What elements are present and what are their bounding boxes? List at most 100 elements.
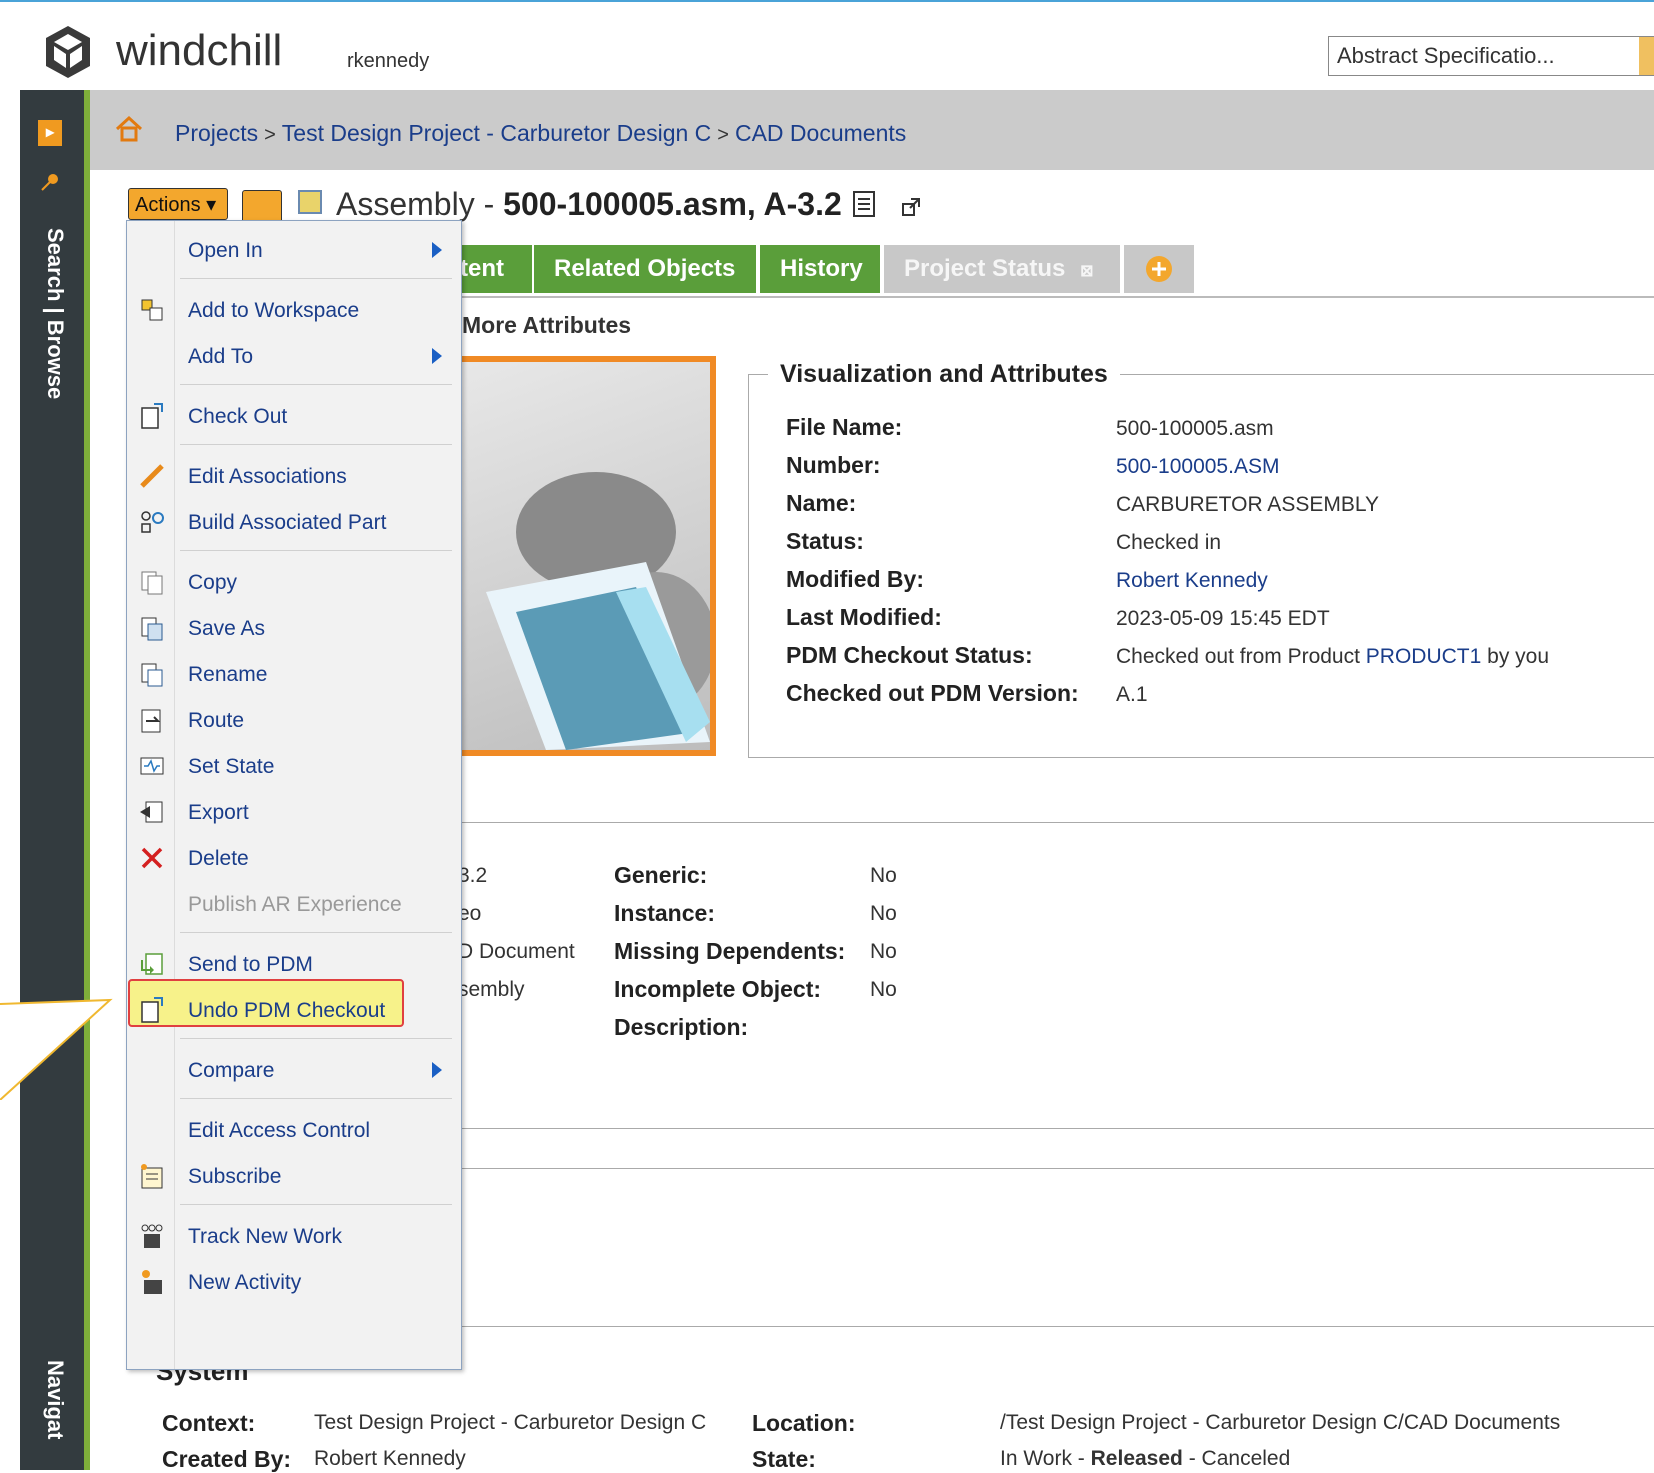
add-tab-button[interactable] [1124,245,1194,293]
attr-left-value: sembly [458,978,525,1001]
state-label: State: [752,1446,816,1472]
breadcrumb: Projects > Test Design Project - Carbureto… [175,120,906,147]
track-work-icon [141,1224,163,1248]
attr-left-value: D Document [458,940,575,963]
menu-separator [180,384,452,385]
menu-route[interactable]: Route [126,698,460,742]
pencil-icon [140,464,164,488]
attr-status: Status: Checked in [786,528,1222,554]
visualization-attributes-title: Visualization and Attributes [768,360,1120,389]
menu-build-associated-part[interactable]: Build Associated Part [126,500,460,544]
number-link[interactable]: 500-100005.ASM [1116,455,1279,478]
callout-pointer [0,998,113,1100]
check-out-icon [141,403,163,429]
menu-set-state[interactable]: Set State [126,744,460,788]
breadcrumb-project[interactable]: Test Design Project - Carburetor Design … [282,120,712,146]
tab-history[interactable]: History [760,245,880,293]
breadcrumb-projects[interactable]: Projects [175,120,258,146]
subscribe-icon [141,1164,163,1189]
location-link[interactable]: /Test Design Project - Carburetor Design… [1000,1411,1560,1435]
chevron-down-icon[interactable] [1639,37,1654,75]
tab-underline [440,296,1654,298]
section-divider [440,822,1654,823]
more-attributes-toggle[interactable]: More Attributes [462,312,631,339]
menu-save-as[interactable]: Save As [126,606,460,650]
menu-publish-ar-experience: Publish AR Experience [188,893,402,916]
menu-copy[interactable]: Copy [126,560,460,604]
menu-separator [180,1204,452,1205]
submenu-arrow-icon [432,242,442,258]
created-by-link[interactable]: Robert Kennedy [314,1447,466,1471]
menu-add-to-workspace[interactable]: Add to Workspace [126,288,460,332]
product-link[interactable]: PRODUCT1 [1366,645,1482,668]
attr-missing-dependents-value: No [870,940,897,963]
close-icon[interactable]: ⊠ [1080,263,1093,280]
section-divider [440,1326,1654,1327]
section-divider [440,1168,1654,1169]
left-navigator-rail: ▸ Search | Browse Navigat [20,90,90,1470]
home-icon[interactable] [114,114,144,144]
attr-modified-by: Modified By: Robert Kennedy [786,566,1268,592]
menu-compare[interactable]: Compare [126,1048,460,1092]
context-link[interactable]: Test Design Project - Carburetor Design … [314,1411,706,1435]
title-separator: - [474,186,504,222]
breadcrumb-folder[interactable]: CAD Documents [735,120,906,146]
export-icon [140,801,163,823]
menu-separator [180,278,452,279]
menu-track-new-work[interactable]: Track New Work [126,1214,460,1258]
attr-generic-value: No [870,864,897,887]
actions-button[interactable]: Actions ▾ [128,188,228,220]
new-activity-icon [142,1270,162,1294]
attr-instance-value: No [870,902,897,925]
popout-icon[interactable] [900,196,922,218]
menu-separator [180,1098,452,1099]
delete-icon [141,847,163,869]
menu-add-to[interactable]: Add To [126,334,460,378]
menu-delete[interactable]: Delete [126,836,460,880]
navigator-label[interactable]: Navigat [38,1360,68,1470]
menu-rename[interactable]: Rename [126,652,460,696]
cad-preview-image [486,472,710,750]
pin-icon[interactable] [40,172,60,192]
current-user[interactable]: rkennedy [347,50,429,73]
actions-menu-items: Open In Add to Workspace Add To Check Ou… [126,220,462,1370]
state-lifecycle: In Work - Released - Canceled [1000,1447,1291,1470]
menu-separator [180,1038,452,1039]
tab-project-status[interactable]: Project Status ⊠ [884,245,1120,293]
state-released: Released [1090,1447,1183,1470]
attr-last-modified: Last Modified: 2023-05-09 15:45 EDT [786,604,1330,630]
search-browse-label[interactable]: Search | Browse [38,228,68,448]
menu-new-activity[interactable]: New Activity [126,1260,460,1304]
page-title: Assembly - 500-100005.asm, A-3.2 [336,186,842,223]
state-canceled: Canceled [1201,1447,1291,1470]
attr-number: Number: 500-100005.ASM [786,452,1280,478]
add-tab-icon [1146,256,1172,282]
save-as-icon [141,617,163,641]
title-identifier: 500-100005.asm, A-3.2 [503,186,842,222]
menu-subscribe[interactable]: Subscribe [126,1154,460,1198]
menu-undo-pdm-checkout[interactable]: Undo PDM Checkout [126,988,460,1032]
expand-navigator-icon[interactable]: ▸ [38,120,62,146]
menu-open-in[interactable]: Open In [126,228,460,272]
rename-icon [141,663,163,687]
route-icon [141,709,161,733]
attr-file-name: File Name: 500-100005.asm [786,414,1274,440]
menu-export[interactable]: Export [126,790,460,834]
menu-check-out[interactable]: Check Out [126,394,460,438]
menu-edit-access-control[interactable]: Edit Access Control [126,1108,460,1152]
submenu-arrow-icon [432,348,442,364]
modified-by-link[interactable]: Robert Kennedy [1116,569,1268,592]
attr-instance-label: Instance: [614,900,715,926]
attr-incomplete-object-value: No [870,978,897,1001]
menu-send-to-pdm[interactable]: Send to PDM [126,942,460,986]
attr-pdm-checkout-status: PDM Checkout Status: Checked out from Pro… [786,642,1550,668]
tab-related-objects[interactable]: Related Objects [534,245,756,293]
info-page-icon[interactable] [242,190,282,224]
menu-separator [180,932,452,933]
submenu-arrow-icon [432,1062,442,1078]
visualization-thumbnail[interactable] [440,356,716,756]
context-select[interactable]: Abstract Specificatio... [1328,36,1654,76]
section-divider [440,1128,1654,1129]
menu-edit-associations[interactable]: Edit Associations [126,454,460,498]
document-info-icon[interactable] [852,190,876,218]
